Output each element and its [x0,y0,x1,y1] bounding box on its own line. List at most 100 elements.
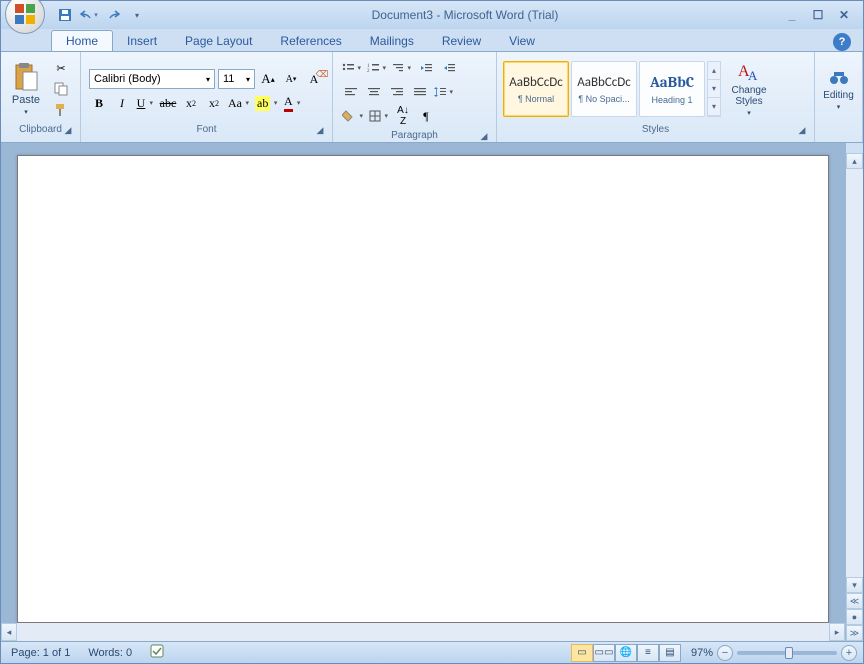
align-right-icon[interactable] [387,82,407,102]
tab-insert[interactable]: Insert [113,31,171,51]
strikethrough-button[interactable]: abc [158,93,178,113]
multilevel-list-icon[interactable] [391,58,413,78]
superscript-button[interactable]: x2 [204,93,224,113]
styles-scroll-up-icon[interactable]: ▴ [708,62,720,80]
view-draft-icon[interactable]: ▤ [659,644,681,662]
format-painter-icon[interactable] [51,101,71,119]
minimize-icon[interactable]: _ [783,7,801,23]
styles-expand-icon[interactable]: ▾ [708,98,720,116]
save-icon[interactable] [55,5,75,25]
decrease-indent-icon[interactable] [416,58,436,78]
view-outline-icon[interactable]: ≡ [637,644,659,662]
binoculars-icon [829,68,849,88]
redo-icon[interactable] [103,5,123,25]
change-styles-button[interactable]: AA Change Styles▾ [725,55,773,123]
zoom-out-icon[interactable]: − [717,645,733,661]
zoom-level[interactable]: 97% [691,647,713,659]
workspace: ◂ ▸ ▴ ▾ ≪ ● ≫ [1,143,863,641]
view-full-reading-icon[interactable]: ▭▭ [593,644,615,662]
sort-icon[interactable]: A↓Z [393,106,413,126]
bullets-icon[interactable] [341,58,363,78]
font-name-value: Calibri (Body) [94,73,161,85]
change-styles-label: Change Styles [725,85,773,107]
tab-page-layout[interactable]: Page Layout [171,31,266,51]
window-title: Document3 - Microsoft Word (Trial) [147,8,783,22]
browse-object-icon[interactable]: ● [846,609,863,625]
paste-button[interactable]: Paste ▾ [5,55,47,123]
view-web-layout-icon[interactable]: 🌐 [615,644,637,662]
zoom-in-icon[interactable]: + [841,645,857,661]
font-name-combo[interactable]: Calibri (Body)▾ [89,69,215,89]
quick-access-toolbar: ▾ ▾ [55,5,147,25]
font-color-button[interactable]: A [282,93,302,113]
close-icon[interactable]: ✕ [835,7,853,23]
hscroll-track[interactable] [17,623,829,641]
clipboard-icon [13,62,39,92]
document-page[interactable] [17,155,829,623]
styles-launcher-icon[interactable]: ◢ [796,125,808,137]
document-area [1,143,845,623]
qat-customize-icon[interactable]: ▾ [127,5,147,25]
tab-review[interactable]: Review [428,31,495,51]
horizontal-scrollbar: ◂ ▸ [1,623,845,641]
tab-mailings[interactable]: Mailings [356,31,428,51]
help-icon[interactable]: ? [833,33,851,51]
prev-page-icon[interactable]: ≪ [846,593,863,609]
style-no-spacing[interactable]: AaBbCcDc¶ No Spaci... [571,61,637,117]
tab-home[interactable]: Home [51,30,113,51]
copy-icon[interactable] [51,80,71,98]
change-case-button[interactable]: Aa [227,93,251,113]
window-controls: _ ☐ ✕ [783,7,853,23]
vscroll-down-icon[interactable]: ▾ [846,577,863,593]
hscroll-right-icon[interactable]: ▸ [829,623,845,641]
undo-icon[interactable]: ▾ [79,5,99,25]
vscroll-track[interactable] [846,169,863,577]
office-button[interactable] [5,0,45,34]
tab-references[interactable]: References [266,31,355,51]
underline-button[interactable]: U [135,93,155,113]
font-size-combo[interactable]: 11▾ [218,69,255,89]
paste-label: Paste [12,94,40,106]
zoom-thumb[interactable] [785,647,793,659]
editing-button[interactable]: Editing▾ [819,55,858,123]
svg-text:A: A [748,68,758,83]
group-styles: AaBbCcDc¶ Normal AaBbCcDc¶ No Spaci... A… [497,52,815,142]
maximize-icon[interactable]: ☐ [809,7,827,23]
split-handle[interactable] [846,143,863,153]
vscroll-up-icon[interactable]: ▴ [846,153,863,169]
status-page[interactable]: Page: 1 of 1 [7,647,74,659]
font-launcher-icon[interactable]: ◢ [314,125,326,137]
align-left-icon[interactable] [341,82,361,102]
borders-icon[interactable] [368,106,390,126]
styles-scroll-down-icon[interactable]: ▾ [708,80,720,98]
subscript-button[interactable]: x2 [181,93,201,113]
line-spacing-icon[interactable] [433,82,455,102]
cut-icon[interactable]: ✂ [51,59,71,77]
styles-gallery: AaBbCcDc¶ Normal AaBbCcDc¶ No Spaci... A… [501,59,723,119]
show-marks-icon[interactable]: ¶ [416,106,436,126]
italic-button[interactable]: I [112,93,132,113]
paragraph-launcher-icon[interactable]: ◢ [478,131,490,143]
status-words[interactable]: Words: 0 [84,647,136,659]
hscroll-left-icon[interactable]: ◂ [1,623,17,641]
ribbon: Paste ▾ ✂ Clipboard◢ Calibri (Body)▾ 11▾… [1,51,863,143]
bold-button[interactable]: B [89,93,109,113]
increase-indent-icon[interactable] [439,58,459,78]
next-page-icon[interactable]: ≫ [846,625,863,641]
tab-view[interactable]: View [495,31,549,51]
style-heading-1[interactable]: AaBbCHeading 1 [639,61,705,117]
shading-icon[interactable] [341,106,365,126]
view-print-layout-icon[interactable]: ▭ [571,644,593,662]
shrink-font-icon[interactable]: A▾ [281,69,301,89]
zoom-slider[interactable] [737,651,837,655]
numbering-icon[interactable]: 12 [366,58,388,78]
highlight-button[interactable]: ab [254,93,279,113]
status-proofing-icon[interactable] [146,644,168,661]
ribbon-tabs: Home Insert Page Layout References Maili… [1,29,863,51]
clipboard-launcher-icon[interactable]: ◢ [62,125,74,137]
align-center-icon[interactable] [364,82,384,102]
grow-font-icon[interactable]: A▴ [258,69,278,89]
clear-formatting-icon[interactable]: A⌫ [304,69,324,89]
justify-icon[interactable] [410,82,430,102]
style-normal[interactable]: AaBbCcDc¶ Normal [503,61,569,117]
